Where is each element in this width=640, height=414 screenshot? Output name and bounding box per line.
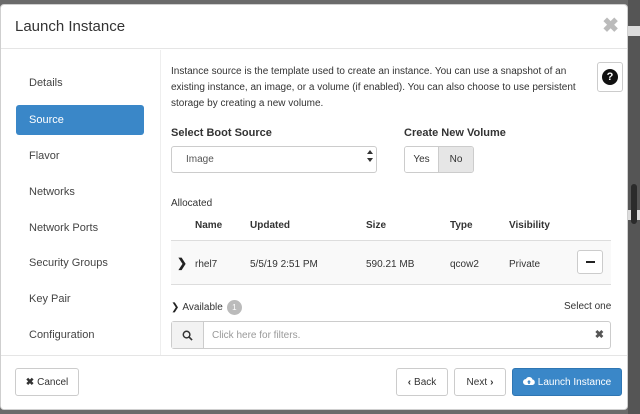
launch-label: Launch Instance bbox=[537, 376, 612, 388]
row-visibility: Private bbox=[509, 259, 541, 270]
sidebar-item-configuration[interactable]: Configuration bbox=[16, 320, 144, 350]
help-button[interactable]: ? bbox=[597, 62, 623, 92]
available-toggle[interactable]: ❯ Available 1 bbox=[171, 300, 242, 315]
column-header-type: Type bbox=[450, 220, 473, 231]
question-circle-icon: ? bbox=[602, 69, 618, 85]
cancel-label: Cancel bbox=[37, 376, 69, 388]
available-count-badge: 1 bbox=[226, 300, 242, 315]
select-one-hint: Select one bbox=[564, 301, 612, 312]
wizard-sidebar: Details Source Flavor Networks Network P… bbox=[1, 50, 161, 355]
back-label: Back bbox=[414, 376, 437, 388]
sidebar-item-security-groups[interactable]: Security Groups bbox=[16, 248, 144, 278]
column-header-size: Size bbox=[366, 220, 387, 231]
create-volume-no-button[interactable]: No bbox=[439, 147, 473, 172]
caret-up-icon bbox=[367, 150, 373, 154]
chevron-right-icon: › bbox=[490, 376, 494, 388]
back-button[interactable]: ‹ Back bbox=[396, 368, 448, 396]
sidebar-item-source[interactable]: Source bbox=[16, 105, 144, 135]
minus-icon bbox=[585, 261, 595, 263]
sidebar-item-networks[interactable]: Networks bbox=[16, 177, 144, 207]
row-size: 590.21 MB bbox=[366, 259, 415, 270]
deallocate-button[interactable] bbox=[577, 250, 603, 274]
modal-title: Launch Instance bbox=[15, 18, 126, 35]
source-panel: Instance source is the template used to … bbox=[161, 50, 627, 355]
filter-input[interactable]: Click here for filters. ✖ bbox=[171, 321, 611, 349]
launch-instance-button[interactable]: Launch Instance bbox=[512, 368, 622, 396]
page-scrollbar-thumb[interactable] bbox=[631, 184, 637, 224]
row-updated: 5/5/19 2:51 PM bbox=[250, 259, 318, 270]
column-header-updated: Updated bbox=[250, 220, 290, 231]
sidebar-item-details[interactable]: Details bbox=[16, 68, 144, 98]
boot-source-value: Image bbox=[186, 154, 214, 165]
available-label: Available bbox=[182, 302, 223, 313]
source-intro-text: Instance source is the template used to … bbox=[171, 66, 576, 109]
cloud-upload-icon bbox=[522, 376, 535, 389]
close-icon[interactable]: ✖ bbox=[602, 13, 619, 38]
next-button[interactable]: Next › bbox=[454, 368, 506, 396]
sidebar-item-flavor[interactable]: Flavor bbox=[16, 141, 144, 171]
caret-down-icon bbox=[367, 158, 373, 162]
boot-source-select[interactable]: Image bbox=[171, 146, 377, 173]
cancel-button[interactable]: ✖ Cancel bbox=[15, 368, 79, 396]
sidebar-item-key-pair[interactable]: Key Pair bbox=[16, 284, 144, 314]
boot-source-label: Select Boot Source bbox=[171, 127, 272, 139]
create-volume-toggle: Yes No bbox=[404, 146, 474, 173]
allocated-label: Allocated bbox=[171, 198, 213, 209]
column-header-name: Name bbox=[195, 220, 223, 231]
create-volume-yes-button[interactable]: Yes bbox=[405, 147, 439, 172]
column-header-visibility: Visibility bbox=[509, 220, 550, 231]
modal-footer: ✖ Cancel ‹ Back Next › Launch Instance bbox=[1, 355, 627, 409]
create-volume-label: Create New Volume bbox=[404, 127, 506, 139]
filter-placeholder: Click here for filters. bbox=[212, 330, 301, 341]
close-icon: ✖ bbox=[25, 376, 35, 388]
backdrop-strip bbox=[628, 26, 640, 36]
table-divider bbox=[171, 284, 611, 285]
launch-instance-modal: Launch Instance ✖ Details Source Flavor … bbox=[0, 4, 628, 410]
chevron-left-icon: ‹ bbox=[407, 376, 412, 388]
clear-filter-icon[interactable]: ✖ bbox=[595, 328, 604, 341]
row-type: qcow2 bbox=[450, 259, 479, 270]
next-label: Next bbox=[466, 376, 488, 388]
search-icon bbox=[172, 322, 204, 348]
modal-header: Launch Instance ✖ bbox=[1, 5, 627, 49]
row-name: rhel7 bbox=[195, 259, 218, 270]
chevron-right-icon[interactable]: ❯ bbox=[177, 256, 187, 270]
sidebar-item-network-ports[interactable]: Network Ports bbox=[16, 213, 144, 243]
chevron-down-icon: ❯ bbox=[171, 302, 180, 313]
page-backdrop bbox=[628, 0, 640, 414]
